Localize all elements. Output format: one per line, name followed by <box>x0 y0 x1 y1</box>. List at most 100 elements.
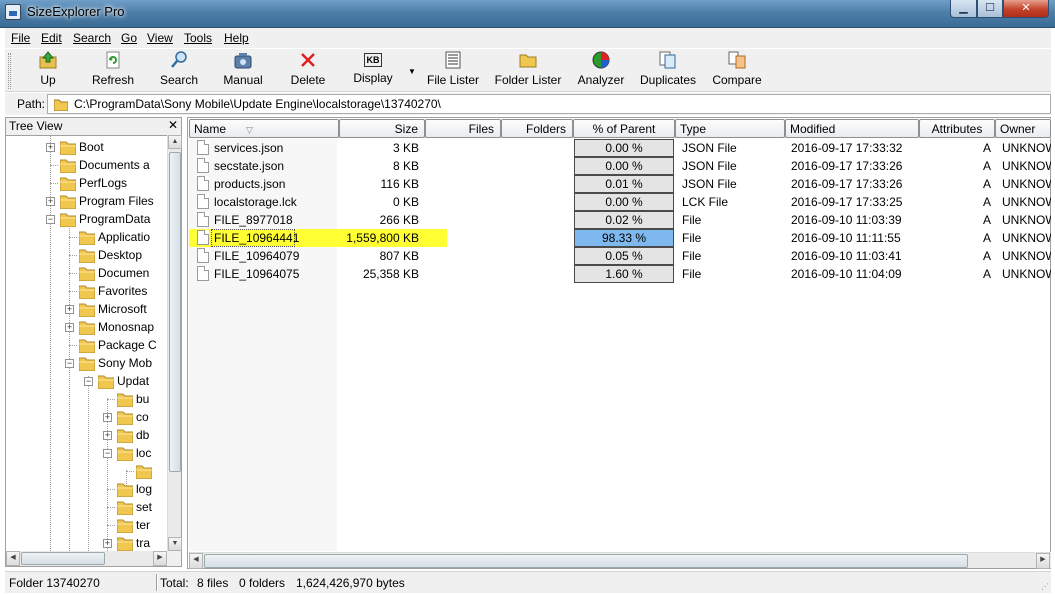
delete-button[interactable]: Delete <box>288 51 328 91</box>
menu-search[interactable]: Search <box>73 31 111 45</box>
tree-item[interactable]: Applicatio <box>65 229 167 247</box>
manual-button[interactable]: Manual <box>219 51 267 91</box>
menu-tools-label: Tools <box>184 31 213 45</box>
tree-item[interactable]: Favorites <box>65 283 167 301</box>
duplicates-button[interactable]: Duplicates <box>639 51 697 91</box>
tree-item[interactable]: ter <box>103 517 167 535</box>
tree-item[interactable]: + Monosnap <box>65 319 167 337</box>
file-row[interactable]: localstorage.lck 0 KB 0.00 % LCK File 2016-0… <box>189 193 1051 211</box>
scroll-right-arrow-icon[interactable]: ▶ <box>1036 553 1050 569</box>
folder-lister-button[interactable]: Folder Lister <box>493 51 563 91</box>
tree-item[interactable]: + Boot <box>46 139 167 157</box>
expand-icon[interactable]: + <box>103 431 112 440</box>
file-row[interactable]: services.json 3 KB 0.00 % JSON File 2016-09-… <box>189 139 1051 157</box>
menu-tools[interactable]: Tools <box>184 31 212 45</box>
status-separator <box>156 574 158 591</box>
column-header-name[interactable]: Name ▽ <box>189 119 339 138</box>
column-header-percent[interactable]: % of Parent <box>573 119 675 138</box>
tree-item[interactable]: + tra <box>103 535 167 551</box>
file-modified: 2016-09-17 17:33:25 <box>791 195 903 209</box>
scroll-up-arrow-icon[interactable]: ▲ <box>168 135 182 149</box>
expand-icon[interactable]: + <box>103 539 112 548</box>
path-field[interactable]: C:\ProgramData\Sony Mobile\Update Engine… <box>47 94 1051 114</box>
scroll-left-arrow-icon[interactable]: ◀ <box>189 553 203 569</box>
column-header-attributes[interactable]: Attributes <box>919 119 995 138</box>
column-header-modified[interactable]: Modified <box>785 119 919 138</box>
expand-icon[interactable]: + <box>46 197 55 206</box>
file-icon <box>197 194 209 209</box>
scroll-right-arrow-icon[interactable]: ▶ <box>153 551 167 566</box>
file-row[interactable]: FILE_10964079 807 KB 0.05 % File 2016-09-10 … <box>189 247 1051 265</box>
compare-button[interactable]: Compare <box>710 51 764 91</box>
maximize-button[interactable]: ☐ <box>977 0 1003 18</box>
tree-item[interactable]: − ProgramData <box>46 211 167 229</box>
collapse-icon[interactable]: − <box>46 215 55 224</box>
tree-item[interactable]: Documents a <box>46 157 167 175</box>
display-dropdown-arrow-icon[interactable]: ▼ <box>408 67 416 76</box>
tree-vertical-scrollbar[interactable]: ▲ ▼ <box>167 135 182 551</box>
resize-grip-icon[interactable]: ⋰ <box>1041 582 1049 591</box>
tree-horizontal-scrollbar[interactable]: ◀ ▶ <box>6 551 167 566</box>
file-row[interactable]: FILE_10964441 1,559,800 KB 98.33 % File 2016… <box>189 229 1051 247</box>
expand-icon[interactable]: + <box>65 305 74 314</box>
file-name: FILE_10964075 <box>214 267 300 281</box>
file-row[interactable]: products.json 116 KB 0.01 % JSON File 2016-0… <box>189 175 1051 193</box>
expand-icon[interactable]: + <box>65 323 74 332</box>
column-header-owner[interactable]: Owner <box>995 119 1051 138</box>
file-row[interactable]: FILE_8977018 266 KB 0.02 % File 2016-09-10 1… <box>189 211 1051 229</box>
file-lister-button[interactable]: File Lister <box>426 51 480 91</box>
scroll-left-arrow-icon[interactable]: ◀ <box>6 551 20 566</box>
tree-item[interactable] <box>122 463 167 481</box>
tree-scroll-thumb[interactable] <box>169 152 181 472</box>
tree-item-label: Favorites <box>98 284 148 298</box>
menu-go[interactable]: Go <box>121 31 137 45</box>
up-button[interactable]: Up <box>33 51 63 91</box>
list-horizontal-scrollbar[interactable]: ◀ ▶ <box>189 552 1051 569</box>
tree-item[interactable]: Desktop <box>65 247 167 265</box>
tree-item[interactable]: + Program Files <box>46 193 167 211</box>
close-button[interactable]: ✕ <box>1003 0 1049 18</box>
menu-help[interactable]: Help <box>224 31 249 45</box>
tree-item[interactable]: Package C <box>65 337 167 355</box>
column-header-size[interactable]: Size <box>339 119 425 138</box>
search-button[interactable]: Search <box>157 51 201 91</box>
collapse-icon[interactable]: − <box>84 377 93 386</box>
file-row[interactable]: FILE_10964075 25,358 KB 1.60 % File 2016-09-… <box>189 265 1051 283</box>
tree-item-label: ProgramData <box>79 212 151 226</box>
collapse-icon[interactable]: − <box>103 449 112 458</box>
tree-item[interactable]: + db <box>103 427 167 445</box>
file-row[interactable]: secstate.json 8 KB 0.00 % JSON File 2016-09-… <box>189 157 1051 175</box>
tree-item[interactable]: − loc <box>103 445 167 463</box>
menu-file[interactable]: File <box>11 31 30 45</box>
collapse-icon[interactable]: − <box>65 359 74 368</box>
tree-item[interactable]: bu <box>103 391 167 409</box>
tree-item[interactable]: − Sony Mob <box>65 355 167 373</box>
menu-view[interactable]: View <box>147 31 173 45</box>
column-header-files[interactable]: Files <box>425 119 501 138</box>
folder-icon <box>59 158 77 176</box>
tree-item[interactable]: Documen <box>65 265 167 283</box>
tree-item[interactable]: − Updat <box>84 373 167 391</box>
column-header-folders[interactable]: Folders <box>501 119 573 138</box>
delete-label: Delete <box>290 73 326 87</box>
toolbar-grip[interactable] <box>8 53 11 89</box>
expand-icon[interactable]: + <box>46 143 55 152</box>
tree-item[interactable]: log <box>103 481 167 499</box>
percent-of-parent: 0.00 % <box>574 157 674 175</box>
tree-item[interactable]: PerfLogs <box>46 175 167 193</box>
tree-close-icon[interactable]: ✕ <box>168 118 178 132</box>
expand-icon[interactable]: + <box>103 413 112 422</box>
menu-edit[interactable]: Edit <box>41 31 62 45</box>
column-header-type[interactable]: Type <box>675 119 785 138</box>
refresh-button[interactable]: Refresh <box>90 51 136 91</box>
tree-item[interactable]: + co <box>103 409 167 427</box>
scroll-down-arrow-icon[interactable]: ▼ <box>168 537 182 551</box>
analyzer-button[interactable]: Analyzer <box>576 51 626 91</box>
display-button[interactable]: KB Display <box>350 51 396 91</box>
minimize-button[interactable]: ▁ <box>950 0 977 18</box>
list-hscroll-thumb[interactable] <box>204 554 968 568</box>
delete-icon <box>299 51 317 69</box>
tree-item[interactable]: + Microsoft <box>65 301 167 319</box>
tree-hscroll-thumb[interactable] <box>21 552 105 565</box>
tree-item[interactable]: set <box>103 499 167 517</box>
